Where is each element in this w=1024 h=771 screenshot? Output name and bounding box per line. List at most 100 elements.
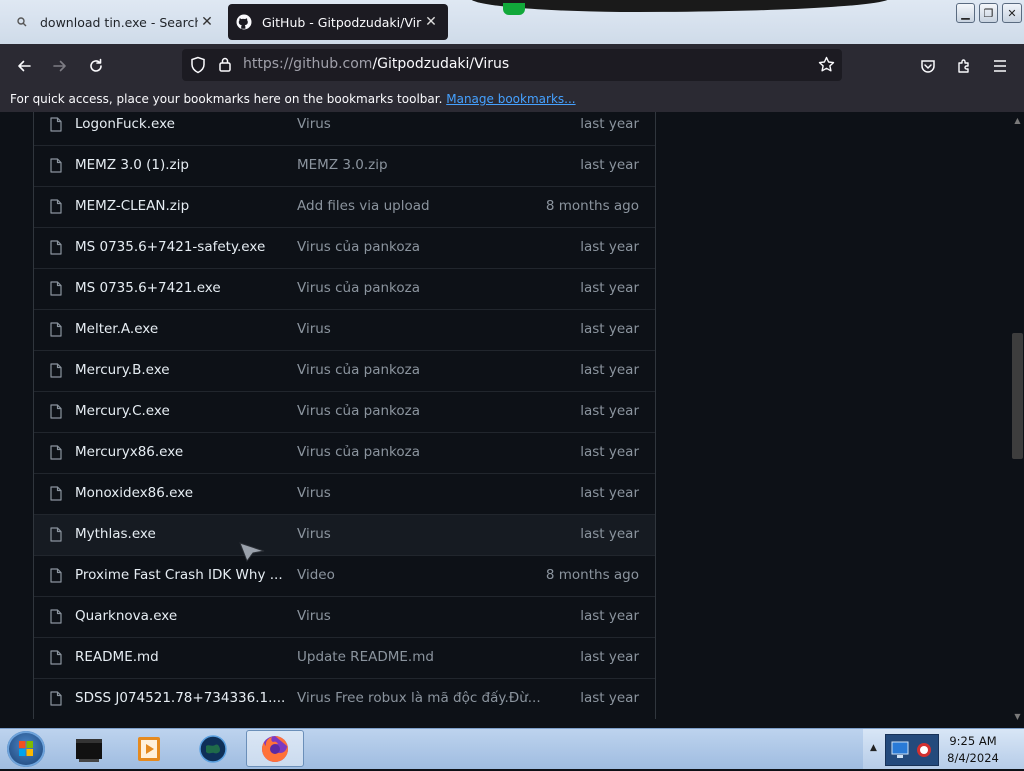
network-monitor-icon[interactable] (886, 735, 938, 765)
scrollbar-thumb[interactable] (1012, 333, 1023, 459)
clock[interactable]: 9:25 AM 8/4/2024 (933, 733, 1013, 767)
file-row[interactable]: MEMZ 3.0 (1).zip MEMZ 3.0.zip last year (34, 145, 655, 186)
file-name-link[interactable]: Proxime Fast Crash IDK Why ... (75, 567, 283, 583)
file-row[interactable]: Proxime Fast Crash IDK Why ... Video 8 mon… (34, 555, 655, 596)
menu-icon[interactable] (986, 52, 1014, 80)
manage-bookmarks-link[interactable]: Manage bookmarks... (446, 92, 575, 106)
file-name-link[interactable]: LogonFuck.exe (75, 116, 175, 132)
commit-message-link[interactable]: Virus của pankoza (297, 444, 420, 460)
clock-date: 8/4/2024 (947, 751, 999, 765)
lock-icon[interactable] (218, 56, 232, 77)
forward-icon[interactable] (46, 52, 74, 80)
tracking-protection-icon[interactable] (190, 56, 206, 78)
file-name-link[interactable]: MS 0735.6+7421-safety.exe (75, 239, 265, 255)
file-name-link[interactable]: MS 0735.6+7421.exe (75, 280, 221, 296)
restore-icon[interactable]: ❐ (979, 3, 998, 23)
page-content: LogonFuck.exe Virus last year MEMZ 3.0 (1).… (0, 112, 1024, 728)
url-path: /Gitpodzudaki/Virus (372, 56, 510, 72)
commit-message-link[interactable]: Virus (297, 608, 331, 624)
scroll-up-icon[interactable]: ▲ (1012, 116, 1023, 128)
file-icon (50, 363, 62, 378)
commit-message-link[interactable]: Virus của pankoza (297, 280, 420, 296)
url-text[interactable]: https://github.com/Gitpodzudaki/Virus (243, 56, 509, 72)
back-icon[interactable] (10, 52, 38, 80)
commit-message-link[interactable]: MEMZ 3.0.zip (297, 157, 388, 173)
tray-notification-area (885, 734, 939, 766)
commit-message-link[interactable]: Virus của pankoza (297, 239, 420, 255)
close-window-icon[interactable]: ✕ (1002, 3, 1022, 23)
media-player-icon (138, 736, 160, 761)
file-row[interactable]: Mercury.C.exe Virus của pankoza last year (34, 391, 655, 432)
minimize-icon[interactable]: ▁ (956, 3, 975, 23)
scroll-down-icon[interactable]: ▼ (1012, 712, 1023, 724)
commit-message-link[interactable]: Virus của pankoza (297, 362, 420, 378)
commit-message-link[interactable]: Virus (297, 485, 331, 501)
navigation-bar: https://github.com/Gitpodzudaki/Virus (0, 44, 1024, 86)
close-tab-icon[interactable]: ✕ (422, 14, 440, 30)
file-row[interactable]: Mercury.B.exe Virus của pankoza last year (34, 350, 655, 391)
commit-age: last year (580, 362, 639, 378)
commit-age: last year (580, 608, 639, 624)
extensions-icon[interactable] (950, 52, 978, 80)
file-row[interactable]: Melter.A.exe Virus last year (34, 309, 655, 350)
commit-message-link[interactable]: Virus (297, 526, 331, 542)
commit-message-link[interactable]: Update README.md (297, 649, 434, 665)
url-host: https://github.com (243, 56, 373, 72)
file-row[interactable]: LogonFuck.exe Virus last year (34, 112, 655, 145)
file-row[interactable]: Monoxidex86.exe Virus last year (34, 473, 655, 514)
file-name-link[interactable]: Melter.A.exe (75, 321, 158, 337)
show-hidden-icons-icon[interactable]: ▲ (870, 743, 877, 753)
commit-message-link[interactable]: Video (297, 567, 335, 583)
commit-age: last year (580, 116, 639, 132)
file-name-link[interactable]: Mythlas.exe (75, 526, 156, 542)
file-name-link[interactable]: Quarknova.exe (75, 608, 177, 624)
file-name-link[interactable]: Mercury.C.exe (75, 403, 170, 419)
commit-message-link[interactable]: Virus (297, 321, 331, 337)
commit-age: last year (580, 321, 639, 337)
file-row[interactable]: Mercuryx86.exe Virus của pankoza last year (34, 432, 655, 473)
file-name-link[interactable]: MEMZ-CLEAN.zip (75, 198, 189, 214)
tab-github[interactable]: GitHub - Gitpodzudaki/Virus ✕ (228, 4, 448, 40)
commit-message-link[interactable]: Virus (297, 116, 331, 132)
commit-age: last year (580, 485, 639, 501)
tab-title: download tin.exe - Search (40, 14, 198, 30)
bookmark-star-icon[interactable] (818, 56, 835, 77)
file-icon (50, 404, 62, 419)
file-row[interactable]: Mythlas.exe Virus last year (34, 514, 655, 555)
file-row[interactable]: MS 0735.6+7421.exe Virus của pankoza last … (34, 268, 655, 309)
file-row[interactable]: Quarknova.exe Virus last year (34, 596, 655, 637)
file-row[interactable]: MS 0735.6+7421-safety.exe Virus của panko… (34, 227, 655, 268)
file-name-link[interactable]: README.md (75, 649, 159, 665)
taskbar: ▲ 9:25 AM 8/4/2024 (0, 728, 1024, 769)
close-tab-icon[interactable]: ✕ (198, 14, 216, 30)
commit-message-link[interactable]: Add files via upload (297, 198, 430, 214)
file-name-link[interactable]: Mercuryx86.exe (75, 444, 183, 460)
github-icon (236, 14, 252, 30)
file-name-link[interactable]: MEMZ 3.0 (1).zip (75, 157, 189, 173)
file-list: LogonFuck.exe Virus last year MEMZ 3.0 (1).… (33, 112, 656, 719)
page-scrollbar[interactable]: ▲ ▼ (1006, 112, 1024, 728)
file-row[interactable]: MEMZ-CLEAN.zip Add files via upload 8 mont… (34, 186, 655, 227)
bookmarks-message: For quick access, place your bookmarks h… (10, 92, 576, 106)
search-icon (14, 14, 30, 30)
taskbar-terminal-app[interactable] (60, 730, 118, 767)
reload-icon[interactable] (82, 52, 110, 80)
taskbar-globe-app[interactable] (184, 730, 242, 767)
taskbar-media-player-app[interactable] (120, 730, 178, 767)
taskbar-firefox-app[interactable] (246, 730, 304, 767)
mouse-cursor-icon (238, 541, 266, 567)
pocket-icon[interactable] (914, 52, 942, 80)
start-button[interactable] (7, 731, 45, 767)
file-name-link[interactable]: Monoxidex86.exe (75, 485, 193, 501)
address-bar[interactable]: https://github.com/Gitpodzudaki/Virus (182, 49, 842, 81)
file-icon (50, 609, 62, 624)
commit-age: last year (580, 690, 639, 706)
tab-search[interactable]: download tin.exe - Search ✕ (0, 0, 224, 44)
file-row[interactable]: SDSS J074521.78+734336.1.... Virus Free r… (34, 678, 655, 719)
file-name-link[interactable]: Mercury.B.exe (75, 362, 170, 378)
commit-message-link[interactable]: Virus của pankoza (297, 403, 420, 419)
file-name-link[interactable]: SDSS J074521.78+734336.1.... (75, 690, 285, 706)
commit-message-link[interactable]: Virus Free robux là mã độc đấy.Đừ... (297, 690, 541, 706)
file-row[interactable]: README.md Update README.md last year (34, 637, 655, 678)
bookmarks-hint: For quick access, place your bookmarks h… (10, 92, 443, 106)
